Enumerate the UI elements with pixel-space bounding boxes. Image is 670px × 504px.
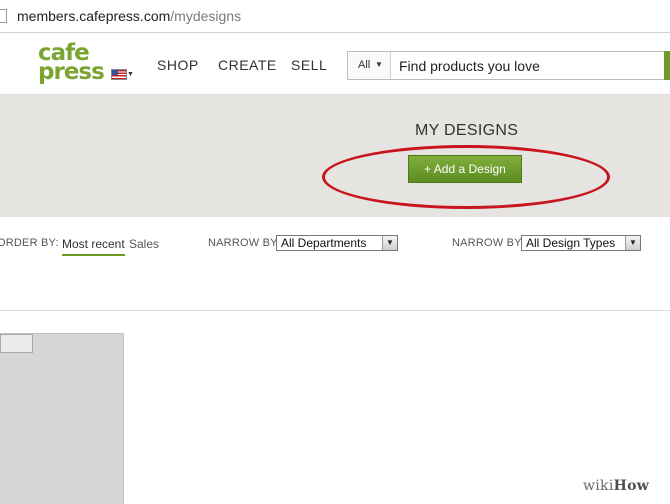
nav-sell[interactable]: SELL	[291, 57, 327, 73]
page-title: MY DESIGNS	[415, 122, 519, 139]
nav-shop[interactable]: SHOP	[157, 57, 199, 73]
site-header: cafe press ▼ SHOP CREATE SELL All ▼	[0, 33, 670, 95]
nav-create[interactable]: CREATE	[218, 57, 277, 73]
cafepress-logo[interactable]: cafe press	[38, 42, 110, 87]
department-select[interactable]: All Departments ▼	[276, 235, 398, 251]
search-category-label: All	[358, 59, 371, 71]
url-host: members.cafepress.com	[17, 8, 171, 24]
us-flag-icon[interactable]	[111, 69, 127, 80]
logo-line-press: press	[38, 59, 105, 85]
search-button[interactable]	[664, 51, 670, 80]
chevron-down-icon[interactable]: ▼	[127, 71, 134, 78]
order-option-most-recent[interactable]: Most recent	[62, 237, 125, 256]
watermark-suffix: How	[613, 478, 650, 494]
my-designs-banner: MY DESIGNS + Add a Design	[0, 95, 670, 217]
url-path: /mydesigns	[170, 8, 242, 24]
narrow-by-department-label: NARROW BY:	[208, 237, 281, 249]
wikihow-watermark: wikiHow	[583, 478, 649, 494]
search-category-dropdown[interactable]: All ▼	[348, 52, 391, 79]
narrow-by-design-type-label: NARROW BY:	[452, 237, 525, 249]
design-type-select[interactable]: All Design Types ▼	[521, 235, 641, 251]
order-by-label: ORDER BY:	[0, 237, 59, 249]
chevron-down-icon: ▼	[375, 60, 383, 69]
page-icon	[0, 9, 7, 23]
design-card[interactable]	[0, 333, 124, 504]
design-card-toolbar[interactable]	[0, 334, 33, 353]
chevron-down-icon: ▼	[625, 236, 640, 250]
order-option-sales[interactable]: Sales	[129, 237, 159, 251]
filter-bar: ORDER BY: Most recent Sales NARROW BY: A…	[0, 217, 670, 311]
search-input[interactable]	[391, 52, 659, 79]
search-bar: All ▼	[347, 51, 670, 80]
chevron-down-icon: ▼	[382, 236, 397, 250]
browser-address-bar[interactable]: members.cafepress.com/mydesigns	[0, 0, 670, 33]
watermark-prefix: wiki	[583, 478, 614, 494]
url-text[interactable]: members.cafepress.com/mydesigns	[17, 8, 241, 24]
add-design-button[interactable]: + Add a Design	[408, 155, 522, 183]
designs-content-area	[0, 311, 670, 504]
design-type-select-value: All Design Types	[526, 236, 616, 250]
department-select-value: All Departments	[281, 236, 367, 250]
